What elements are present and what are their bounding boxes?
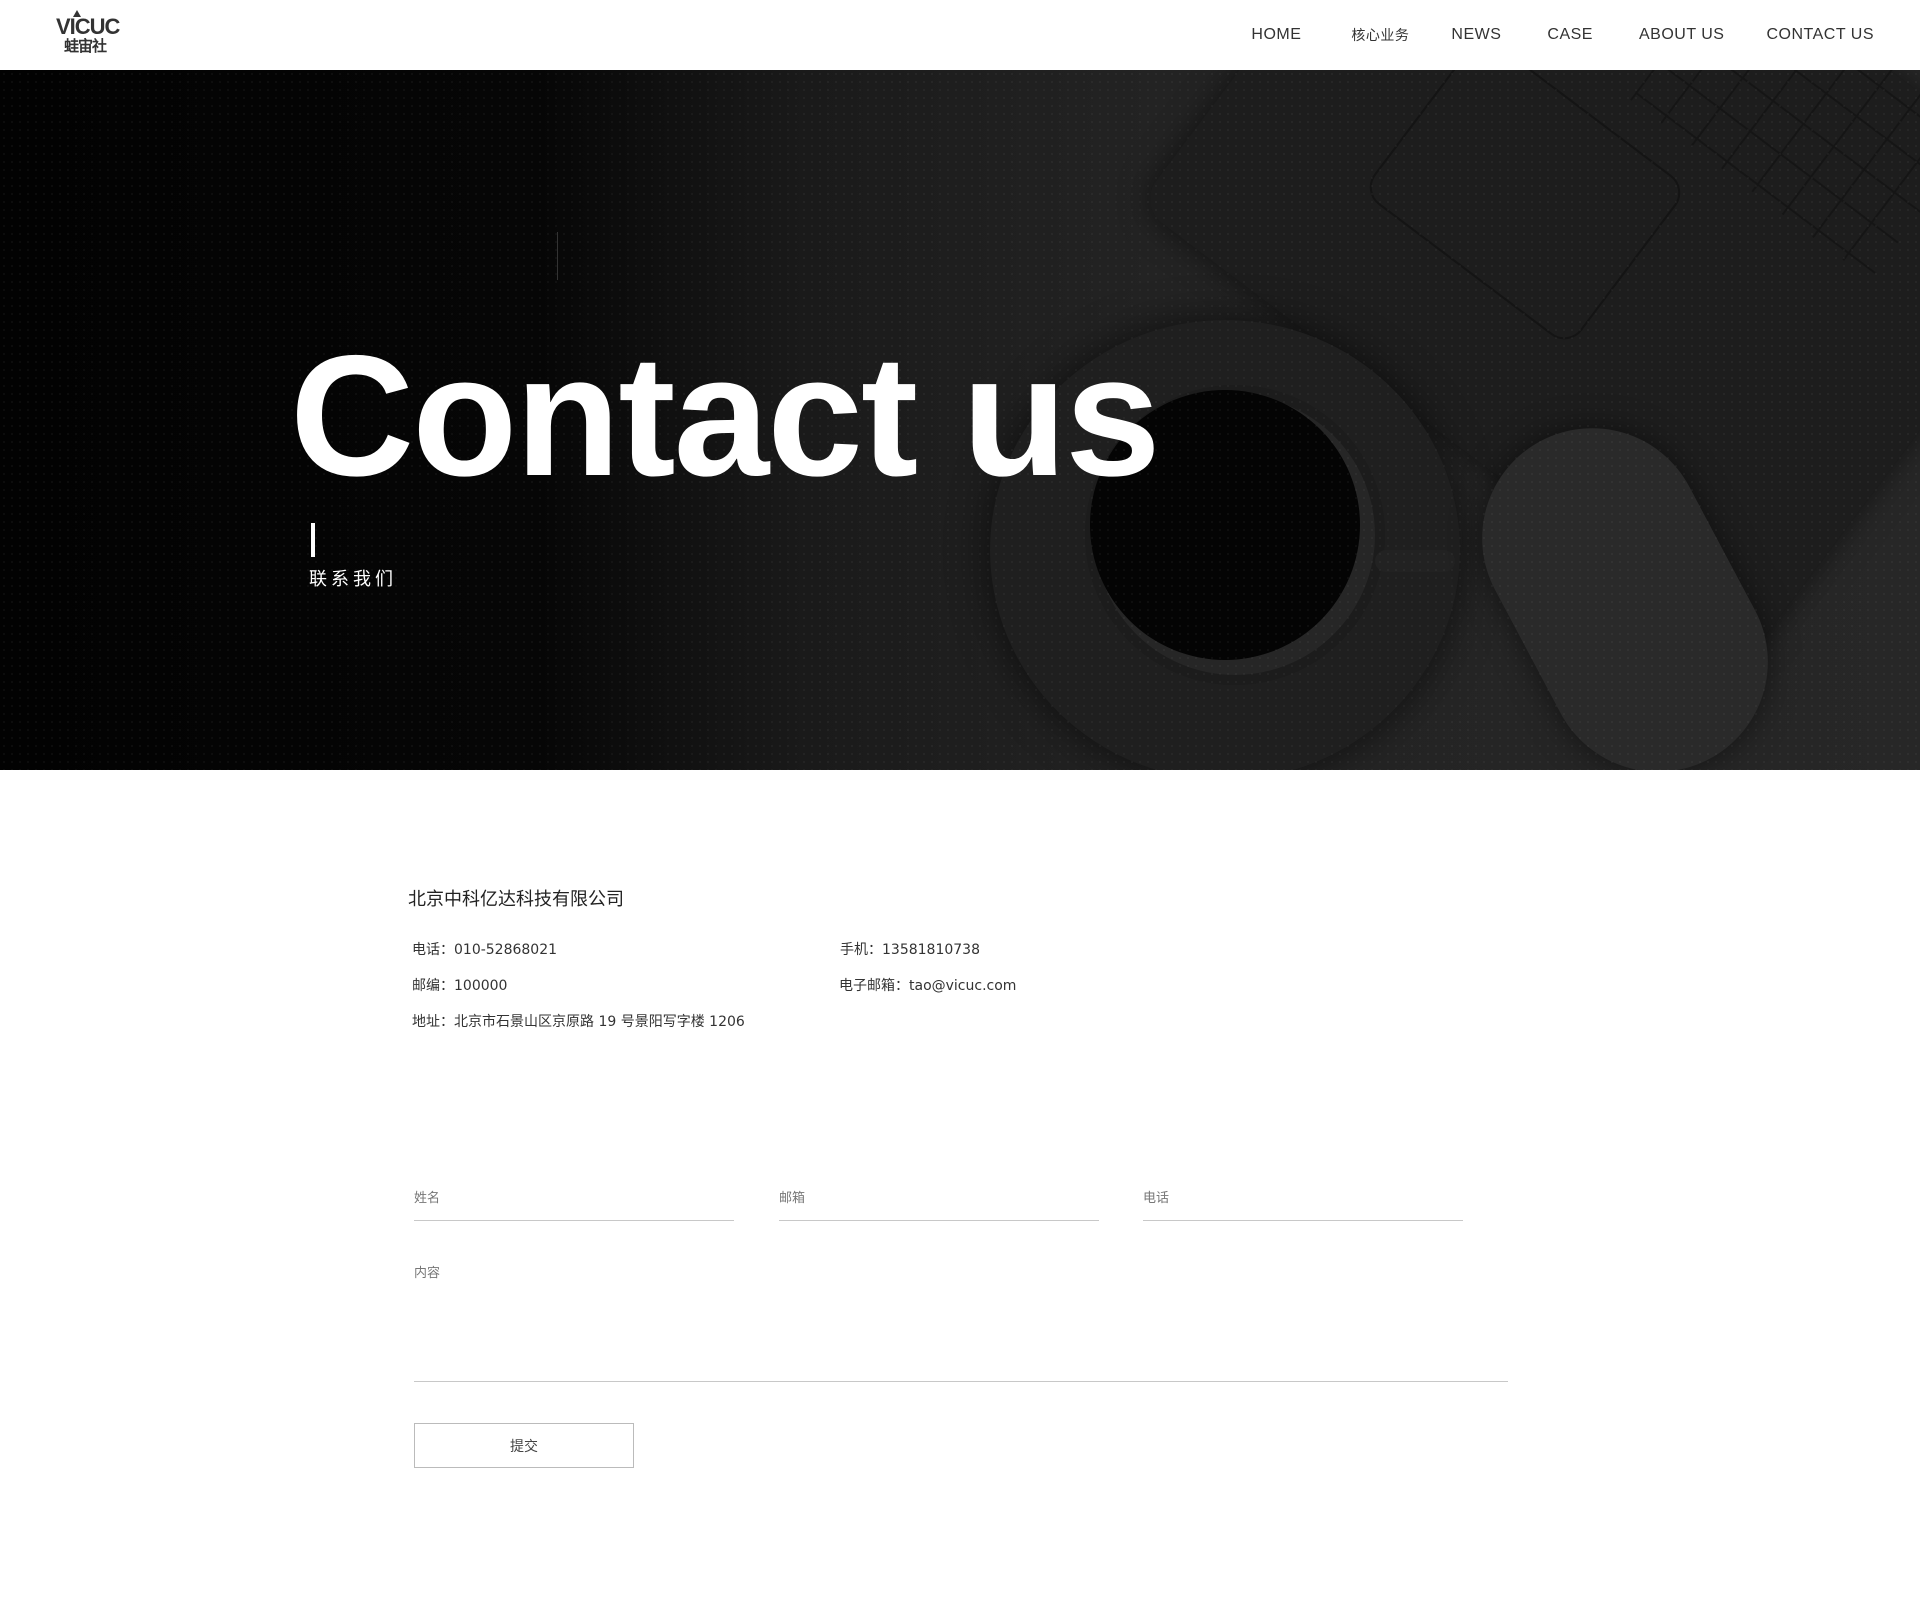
contact-address: 地址：北京市石景山区京原路 19 号景阳写字楼 1206 [412,1014,745,1030]
main-nav: HOME 核心业务 NEWS CASE ABOUT US CONTACT US [1251,0,1874,70]
hero-banner: Contact us 联系我们 [0,70,1920,770]
hero-accent-bar [311,523,315,557]
logo-cjk-wordmark: 蛙宙社 [64,37,107,55]
content-field [414,1262,1508,1382]
nav-about-us[interactable]: ABOUT US [1639,26,1725,44]
nav-home[interactable]: HOME [1251,26,1301,44]
nav-case[interactable]: CASE [1547,26,1593,44]
phone-input[interactable] [1143,1177,1463,1220]
email-field [779,1177,1099,1221]
contact-email: 电子邮箱：tao@vicuc.com [839,978,1017,994]
email-input[interactable] [779,1177,1099,1220]
name-field [414,1177,734,1221]
company-name: 北京中科亿达科技有限公司 [408,889,624,910]
hero-subtitle: 联系我们 [309,569,397,590]
phone-field [1143,1177,1463,1221]
site-header: VICUC 蛙宙社 HOME 核心业务 NEWS CASE ABOUT US C… [0,0,1920,70]
contact-phone: 电话：010-52868021 [412,942,558,958]
contact-mobile: 手机：13581810738 [840,942,980,958]
nav-contact-us[interactable]: CONTACT US [1766,26,1874,44]
submit-button[interactable]: 提交 [414,1423,634,1468]
name-input[interactable] [414,1177,734,1220]
contact-postcode: 邮编：100000 [412,978,508,994]
site-logo[interactable]: VICUC 蛙宙社 [56,10,128,56]
content-textarea[interactable] [414,1262,1508,1381]
hero-title: Contact us [290,320,1161,512]
decorative-line [557,232,558,280]
nav-core-business[interactable]: 核心业务 [1351,25,1409,45]
nav-news[interactable]: NEWS [1451,26,1501,44]
